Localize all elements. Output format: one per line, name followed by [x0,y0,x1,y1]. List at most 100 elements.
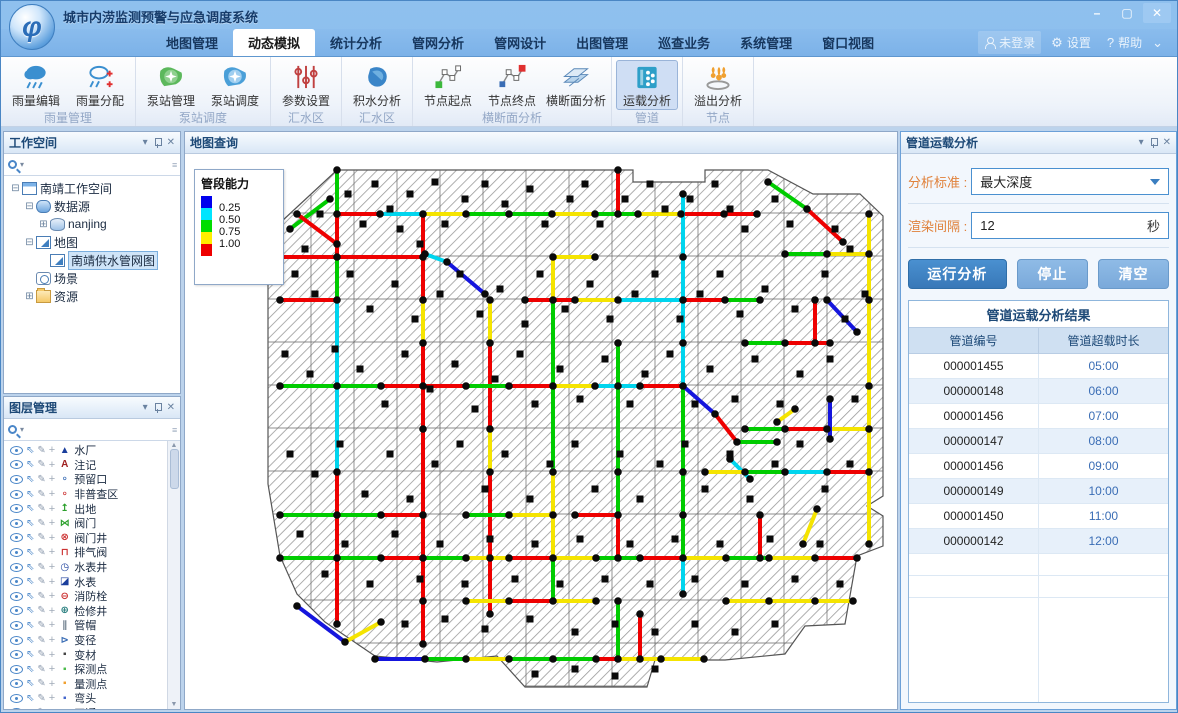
select-cursor-icon[interactable]: ⇖ [26,707,34,709]
panel-collapse-icon[interactable]: ▾ [1139,137,1144,148]
layer-row-弯头[interactable]: ⇖✎+▪弯头 [10,691,167,706]
edit-pencil-icon[interactable]: ✎ [37,503,45,514]
layer-row-检修井[interactable]: ⇖✎+⊕检修井 [10,604,167,619]
edit-pencil-icon[interactable]: ✎ [37,620,45,631]
scroll-up-icon[interactable]: ▲ [171,442,178,449]
pin-icon[interactable] [154,138,161,148]
visibility-eye-icon[interactable] [10,708,23,709]
select-cursor-icon[interactable]: ⇖ [26,635,34,646]
select-cursor-icon[interactable]: ⇖ [26,547,34,558]
edit-pencil-icon[interactable]: ✎ [37,664,45,675]
search-options-icon[interactable]: ≡ [172,425,177,435]
ribbon-button-运载分析[interactable]: 运载分析 [616,60,678,110]
select-cursor-icon[interactable]: ⇖ [26,620,34,631]
snap-crosshair-icon[interactable]: + [49,488,55,500]
pipe-network-map[interactable] [185,154,897,709]
visibility-eye-icon[interactable] [10,490,23,499]
layer-row-管帽[interactable]: ⇖✎+∥管帽 [10,618,167,633]
menu-tab-巡查业务[interactable]: 巡查业务 [643,29,725,56]
visibility-eye-icon[interactable] [10,621,23,630]
edit-pencil-icon[interactable]: ✎ [37,635,45,646]
edit-pencil-icon[interactable]: ✎ [37,547,45,558]
layer-row-水厂[interactable]: ⇖✎+▲水厂 [10,443,167,458]
snap-crosshair-icon[interactable]: + [49,634,55,646]
search-caret-icon[interactable]: ▾ [20,160,24,169]
snap-crosshair-icon[interactable]: + [49,663,55,675]
scrollbar-thumb[interactable] [170,449,179,489]
panel-close-icon[interactable]: ✕ [167,402,175,413]
select-cursor-icon[interactable]: ⇖ [26,503,34,514]
result-row[interactable]: 00000014910:00 [909,479,1168,504]
visibility-eye-icon[interactable] [10,665,23,674]
visibility-eye-icon[interactable] [10,606,23,615]
select-cursor-icon[interactable]: ⇖ [26,474,34,485]
snap-crosshair-icon[interactable]: + [49,692,55,704]
snap-crosshair-icon[interactable]: + [49,707,55,709]
visibility-eye-icon[interactable] [10,679,23,688]
result-row[interactable]: 00000014212:00 [909,529,1168,554]
edit-pencil-icon[interactable]: ✎ [37,707,45,709]
menu-tab-统计分析[interactable]: 统计分析 [315,29,397,56]
ribbon-button-参数设置[interactable]: 参数设置 [275,60,337,110]
edit-pencil-icon[interactable]: ✎ [37,693,45,704]
select-cursor-icon[interactable]: ⇖ [26,562,34,573]
snap-crosshair-icon[interactable]: + [49,619,55,631]
layer-row-非普查区[interactable]: ⇖✎+⚬非普查区 [10,487,167,502]
layer-row-水表井[interactable]: ⇖✎+◷水表井 [10,560,167,575]
ribbon-button-节点起点[interactable]: 节点起点 [417,60,479,110]
edit-pencil-icon[interactable]: ✎ [37,489,45,500]
clear-button[interactable]: 清空 [1098,259,1169,289]
menu-tab-动态模拟[interactable]: 动态模拟 [233,29,315,56]
result-row[interactable]: 00000145505:00 [909,354,1168,379]
panel-close-icon[interactable]: ✕ [1163,137,1171,148]
snap-crosshair-icon[interactable]: + [49,678,55,690]
pin-icon[interactable] [1150,138,1157,148]
visibility-eye-icon[interactable] [10,563,23,572]
run-analysis-button[interactable]: 运行分析 [908,259,1007,289]
scroll-down-icon[interactable]: ▼ [171,701,178,708]
menu-tab-管网分析[interactable]: 管网分析 [397,29,479,56]
snap-crosshair-icon[interactable]: + [49,576,55,588]
visibility-eye-icon[interactable] [10,650,23,659]
chevron-down-icon[interactable]: ⌄ [1152,35,1163,51]
snap-crosshair-icon[interactable]: + [49,590,55,602]
tree-expander-icon[interactable]: ⊟ [24,237,35,248]
layer-row-量测点[interactable]: ⇖✎+▪量测点 [10,677,167,692]
select-cursor-icon[interactable]: ⇖ [26,649,34,660]
help-button[interactable]: ? 帮助 [1101,31,1148,54]
visibility-eye-icon[interactable] [10,694,23,703]
login-status[interactable]: 未登录 [978,31,1041,54]
ribbon-button-雨量分配[interactable]: 雨量分配 [69,60,131,110]
edit-pencil-icon[interactable]: ✎ [37,474,45,485]
snap-crosshair-icon[interactable]: + [49,503,55,515]
select-cursor-icon[interactable]: ⇖ [26,445,34,456]
menu-tab-地图管理[interactable]: 地图管理 [151,29,233,56]
tree-item-场景[interactable]: 场景 [6,269,178,287]
layer-row-消防栓[interactable]: ⇖✎+⊖消防栓 [10,589,167,604]
analysis-standard-select[interactable]: 最大深度 [971,168,1169,195]
menu-tab-系统管理[interactable]: 系统管理 [725,29,807,56]
tree-item-数据源[interactable]: ⊟数据源 [6,197,178,215]
render-interval-input[interactable]: 12 秒 [971,212,1169,239]
select-cursor-icon[interactable]: ⇖ [26,489,34,500]
edit-pencil-icon[interactable]: ✎ [37,591,45,602]
edit-pencil-icon[interactable]: ✎ [37,532,45,543]
pin-icon[interactable] [154,403,161,413]
ribbon-button-溢出分析[interactable]: 溢出分析 [687,60,749,110]
result-row[interactable]: 00000145607:00 [909,404,1168,429]
layers-search-input[interactable] [27,421,169,439]
menu-tab-出图管理[interactable]: 出图管理 [561,29,643,56]
layer-row-变材[interactable]: ⇖✎+▪变材 [10,647,167,662]
select-cursor-icon[interactable]: ⇖ [26,693,34,704]
visibility-eye-icon[interactable] [10,577,23,586]
tree-item-南靖工作空间[interactable]: ⊟南靖工作空间 [6,179,178,197]
edit-pencil-icon[interactable]: ✎ [37,562,45,573]
ribbon-button-横断面分析[interactable]: 横断面分析 [545,60,607,110]
layer-row-注记[interactable]: ⇖✎+A注记 [10,458,167,473]
snap-crosshair-icon[interactable]: + [49,605,55,617]
layer-row-变径[interactable]: ⇖✎+⊳变径 [10,633,167,648]
select-cursor-icon[interactable]: ⇖ [26,605,34,616]
result-row[interactable]: 00000014708:00 [909,429,1168,454]
edit-pencil-icon[interactable]: ✎ [37,649,45,660]
tree-item-nanjing[interactable]: ⊞nanjing [6,215,178,233]
